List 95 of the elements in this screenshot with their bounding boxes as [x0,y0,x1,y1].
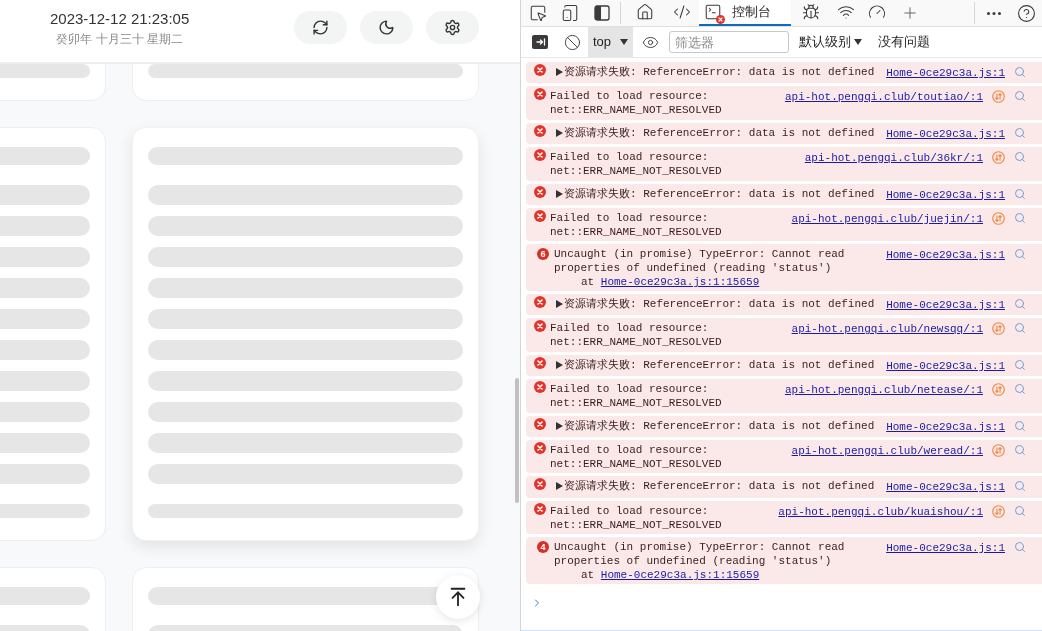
error-icon [534,64,546,76]
error-icon [534,478,546,491]
gauge-icon [868,3,886,21]
error-count-badge: 4 [537,541,549,554]
up-down-arrows-icon [992,383,1005,397]
expand-triangle-icon[interactable] [556,300,563,309]
source-link[interactable]: Home-0ce29c3a.js:1 [886,480,1005,495]
source-link[interactable]: Home-0ce29c3a.js:1 [886,126,1005,141]
theme-toggle-button[interactable] [360,11,413,44]
source-link[interactable]: api-hot.pengqi.club/36kr/:1 [804,151,983,165]
caret-icon [620,39,629,45]
console-message-text: 资源请求失败: ReferenceError: data is not defined [564,418,875,433]
settings-button[interactable] [426,11,479,44]
up-down-arrows-icon [992,90,1005,104]
scrollbar-thumb[interactable] [515,378,519,503]
source-link[interactable]: Home-0ce29c3a.js:1 [886,298,1005,313]
expand-triangle-icon[interactable] [556,68,563,76]
console-message-text: Failed to load resource: net::ERR_NAME_NOT_RESOLVED [550,89,723,118]
source-link[interactable]: Home-0ce29c3a.js:1 [886,419,1005,434]
stack-trace-line: at Home-0ce29c3a.js:1:15659 [580,275,761,290]
source-link[interactable]: api-hot.pengqi.club/juejin/:1 [791,211,983,226]
up-down-arrows-icon [992,322,1005,336]
console-message-text: 资源请求失败: ReferenceError: data is not defined [564,357,875,372]
more-icon [987,11,1001,15]
console-message-text: Failed to load resource: net::ERR_NAME_NOT_RESOLVED [550,442,723,471]
console-message-text: 资源请求失败: ReferenceError: data is not defined [564,65,875,79]
source-link[interactable]: api-hot.pengqi.club/toutiao/:1 [784,90,983,105]
devtools-tab[interactable]: 控制台 [699,0,791,26]
error-icon [534,441,546,454]
error-icon [534,417,546,430]
expand-triangle-icon[interactable] [556,482,563,491]
settings-icon [444,19,461,36]
source-link[interactable]: Home-0ce29c3a.js:1 [886,358,1005,373]
terminal-icon [704,3,722,21]
source-link[interactable]: Home-0ce29c3a.js:1:15659 [600,276,760,289]
expand-triangle-icon[interactable] [556,128,563,137]
console-message-text: Failed to load resource: net::ERR_NAME_NOT_RESOLVED [550,321,723,350]
up-down-arrows-icon [992,211,1005,225]
expand-triangle-icon[interactable] [556,360,563,369]
context-dropdown[interactable]: top [588,27,634,57]
source-link[interactable]: Home-0ce29c3a.js:1 [886,187,1005,202]
source-link[interactable]: api-hot.pengqi.club/newsqq/:1 [791,322,983,337]
plus-icon [901,4,919,22]
source-link[interactable]: Home-0ce29c3a.js:1 [886,248,1005,263]
up-down-arrows-icon [992,504,1005,518]
refresh-icon [312,19,329,36]
caret-icon [854,39,863,45]
clear-icon [563,33,581,51]
console-message-text: Failed to load resource: net::ERR_NAME_NOT_RESOLVED [550,210,723,239]
console-message-text: Failed to load resource: net::ERR_NAME_NOT_RESOLVED [550,150,723,178]
code-icon [672,3,691,21]
expand-triangle-icon[interactable] [556,189,563,198]
console-message-text: 资源请求失败: ReferenceError: data is not defined [564,297,875,312]
bug-icon [802,3,820,21]
error-icon [534,185,546,198]
up-down-arrows-icon [992,151,1005,164]
panel-layout-icon [594,5,610,21]
source-link[interactable]: api-hot.pengqi.club/weread/:1 [791,443,983,458]
error-count-badge: 6 [537,248,549,261]
moon-icon [378,19,395,36]
source-link[interactable]: Home-0ce29c3a.js:1:15659 [600,569,760,582]
log-levels-dropdown[interactable]: 默认级别 [799,27,863,57]
stack-trace-line: at Home-0ce29c3a.js:1:15659 [580,568,761,583]
expand-triangle-icon[interactable] [556,421,563,430]
error-icon [534,149,546,161]
issues-button[interactable]: 没有问题 [878,27,931,57]
source-link[interactable]: Home-0ce29c3a.js:1 [886,66,1005,80]
console-message-text: Uncaught (in promise) TypeError: Cannot read properties of undefined (reading 'status') [554,540,846,569]
inspect-icon [529,4,547,22]
house-icon [636,3,654,21]
refresh-button[interactable] [294,11,347,44]
error-icon [534,381,546,394]
source-link[interactable]: api-hot.pengqi.club/kuaishou/:1 [778,504,983,519]
device-icon [561,4,579,22]
console-message-text: 资源请求失败: ReferenceError: data is not defined [564,125,875,140]
source-link[interactable]: api-hot.pengqi.club/netease/:1 [784,383,983,398]
console-message-text: Failed to load resource: net::ERR_NAME_NOT_RESOLVED [550,503,723,532]
up-down-arrows-icon [992,443,1005,457]
error-icon [534,502,546,515]
console-message-text: Uncaught (in promise) TypeError: Cannot read properties of undefined (reading 'status') [554,247,846,276]
help-icon [1016,3,1036,23]
console-message-text: 资源请求失败: ReferenceError: data is not defined [564,186,875,201]
date-time: 2023-12-12 21:23:05 [50,8,190,28]
source-link[interactable]: Home-0ce29c3a.js:1 [886,541,1005,556]
error-icon [534,320,546,333]
error-icon [534,124,546,137]
lunar-date: 癸卯年 十月三十 星期二 [56,31,183,47]
error-icon [534,296,546,309]
error-icon [534,209,546,222]
sidebar-toggle-icon [532,35,548,49]
console-message-text: 资源请求失败: ReferenceError: data is not defined [564,479,875,494]
console-message-text: Failed to load resource: net::ERR_NAME_NOT_RESOLVED [550,382,723,411]
error-icon [534,88,546,101]
error-icon [534,356,546,369]
filter-input[interactable]: 筛选器 [669,31,790,53]
